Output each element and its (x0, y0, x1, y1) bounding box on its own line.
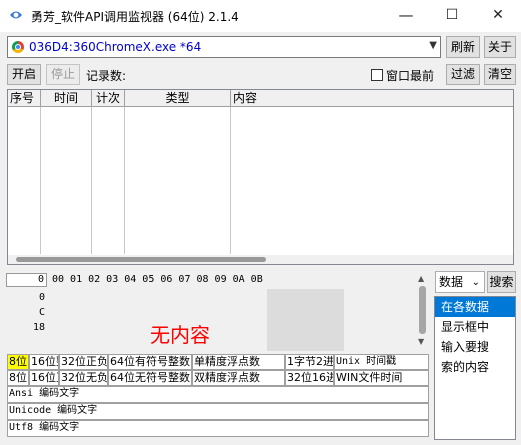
topmost-checkbox[interactable] (371, 69, 383, 81)
list-item[interactable]: 输入要搜 (435, 337, 515, 357)
minimize-button[interactable]: — (383, 0, 429, 32)
record-count-label: 记录数: (86, 69, 127, 83)
scroll-up-icon[interactable]: ▲ (418, 274, 424, 283)
process-selected-value: 036D4:360ChromeX.exe *64 (29, 40, 202, 54)
stop-button[interactable]: 停止 (46, 64, 80, 85)
type-32bit-unsigned[interactable]: 32位无负 (59, 370, 108, 386)
column-header-time[interactable]: 时间 (41, 90, 92, 107)
hex-row-address: 18 (32, 322, 45, 333)
list-item[interactable]: 在各数据 (435, 297, 515, 317)
column-header-content[interactable]: 内容 (231, 90, 513, 107)
type-32bit-signed[interactable]: 32位正负 (59, 354, 108, 370)
encoding-ansi[interactable]: Ansi 编码文字 (7, 386, 429, 403)
type-unix-timestamp[interactable]: Unix 时间戳 (334, 354, 429, 370)
chrome-process-icon (12, 41, 24, 53)
filter-button[interactable]: 过滤 (446, 64, 480, 85)
encoding-utf8[interactable]: Utf8 编码文字 (7, 420, 429, 437)
encoding-unicode[interactable]: Unicode 编码文字 (7, 403, 429, 420)
hex-row-address: C (38, 307, 45, 318)
horizontal-scrollbar[interactable] (8, 255, 513, 264)
column-divider (230, 107, 231, 254)
topmost-label[interactable]: 窗口最前 (386, 67, 434, 84)
scroll-down-icon[interactable]: ▼ (418, 337, 424, 346)
ascii-data-area[interactable] (267, 289, 344, 351)
search-mode-select[interactable]: 数据 ⌄ (435, 271, 485, 293)
list-item[interactable]: 索的内容 (435, 357, 515, 377)
hex-row-address: 0 (38, 292, 45, 303)
refresh-button[interactable]: 刷新 (446, 36, 480, 58)
scrollbar-thumb[interactable] (16, 257, 266, 262)
type-win-filetime[interactable]: WIN文件时间 (334, 370, 429, 386)
type-16bit-signed[interactable]: 16位整 (29, 354, 59, 370)
type-float[interactable]: 单精度浮点数 (192, 354, 285, 370)
type-double[interactable]: 双精度浮点数 (192, 370, 285, 386)
hex-vertical-scrollbar[interactable]: ▲ ▼ (416, 273, 429, 349)
chevron-down-icon[interactable]: ⌄ (472, 273, 480, 293)
type-64bit-signed[interactable]: 64位有符号整数 (108, 354, 192, 370)
column-divider (40, 107, 41, 254)
close-button[interactable]: ✕ (475, 0, 521, 32)
app-window: 勇芳_软件API调用监视器 (64位) 2.1.4 — ☐ ✕ 036D4:36… (0, 0, 521, 445)
about-button[interactable]: 关于 (484, 36, 516, 58)
type-16bit-unsigned[interactable]: 16位正 (29, 370, 59, 386)
window-title: 勇芳_软件API调用监视器 (64位) 2.1.4 (31, 10, 239, 24)
clear-button[interactable]: 清空 (484, 64, 516, 85)
search-help-list[interactable]: 在各数据 显示框中 输入要搜 索的内容 (434, 296, 516, 440)
call-log-table[interactable]: 序号 时间 计次 类型 内容 (7, 89, 514, 265)
column-divider (124, 107, 125, 254)
hex-offset-field[interactable]: 0 (6, 273, 47, 287)
column-header-index[interactable]: 序号 (8, 90, 41, 107)
hex-column-header: 00 01 02 03 04 05 06 07 08 09 0A 0B (52, 274, 263, 285)
type-8bit-unsigned[interactable]: 8位 (7, 370, 29, 386)
chevron-down-icon[interactable]: ▼ (429, 40, 437, 51)
search-mode-value: 数据 (439, 275, 464, 289)
type-32bit-hex[interactable]: 32位16进 (285, 370, 334, 386)
start-button[interactable]: 开启 (7, 64, 41, 85)
column-header-type[interactable]: 类型 (125, 90, 231, 107)
empty-content-text: 无内容 (150, 323, 210, 347)
search-button[interactable]: 搜索 (487, 271, 516, 293)
column-header-count[interactable]: 计次 (92, 90, 125, 107)
maximize-button[interactable]: ☐ (429, 0, 475, 32)
type-8bit-signed[interactable]: 8位 (7, 354, 29, 370)
title-bar: 勇芳_软件API调用监视器 (64位) 2.1.4 — ☐ ✕ (0, 0, 521, 32)
list-item[interactable]: 显示框中 (435, 317, 515, 337)
process-select[interactable]: 036D4:360ChromeX.exe *64 ▼ (7, 36, 441, 58)
column-divider (91, 107, 92, 254)
type-1byte-binary[interactable]: 1字节2进 (285, 354, 334, 370)
eye-app-icon (10, 11, 22, 19)
type-64bit-unsigned[interactable]: 64位无符号整数 (108, 370, 192, 386)
scrollbar-thumb[interactable] (419, 286, 426, 334)
